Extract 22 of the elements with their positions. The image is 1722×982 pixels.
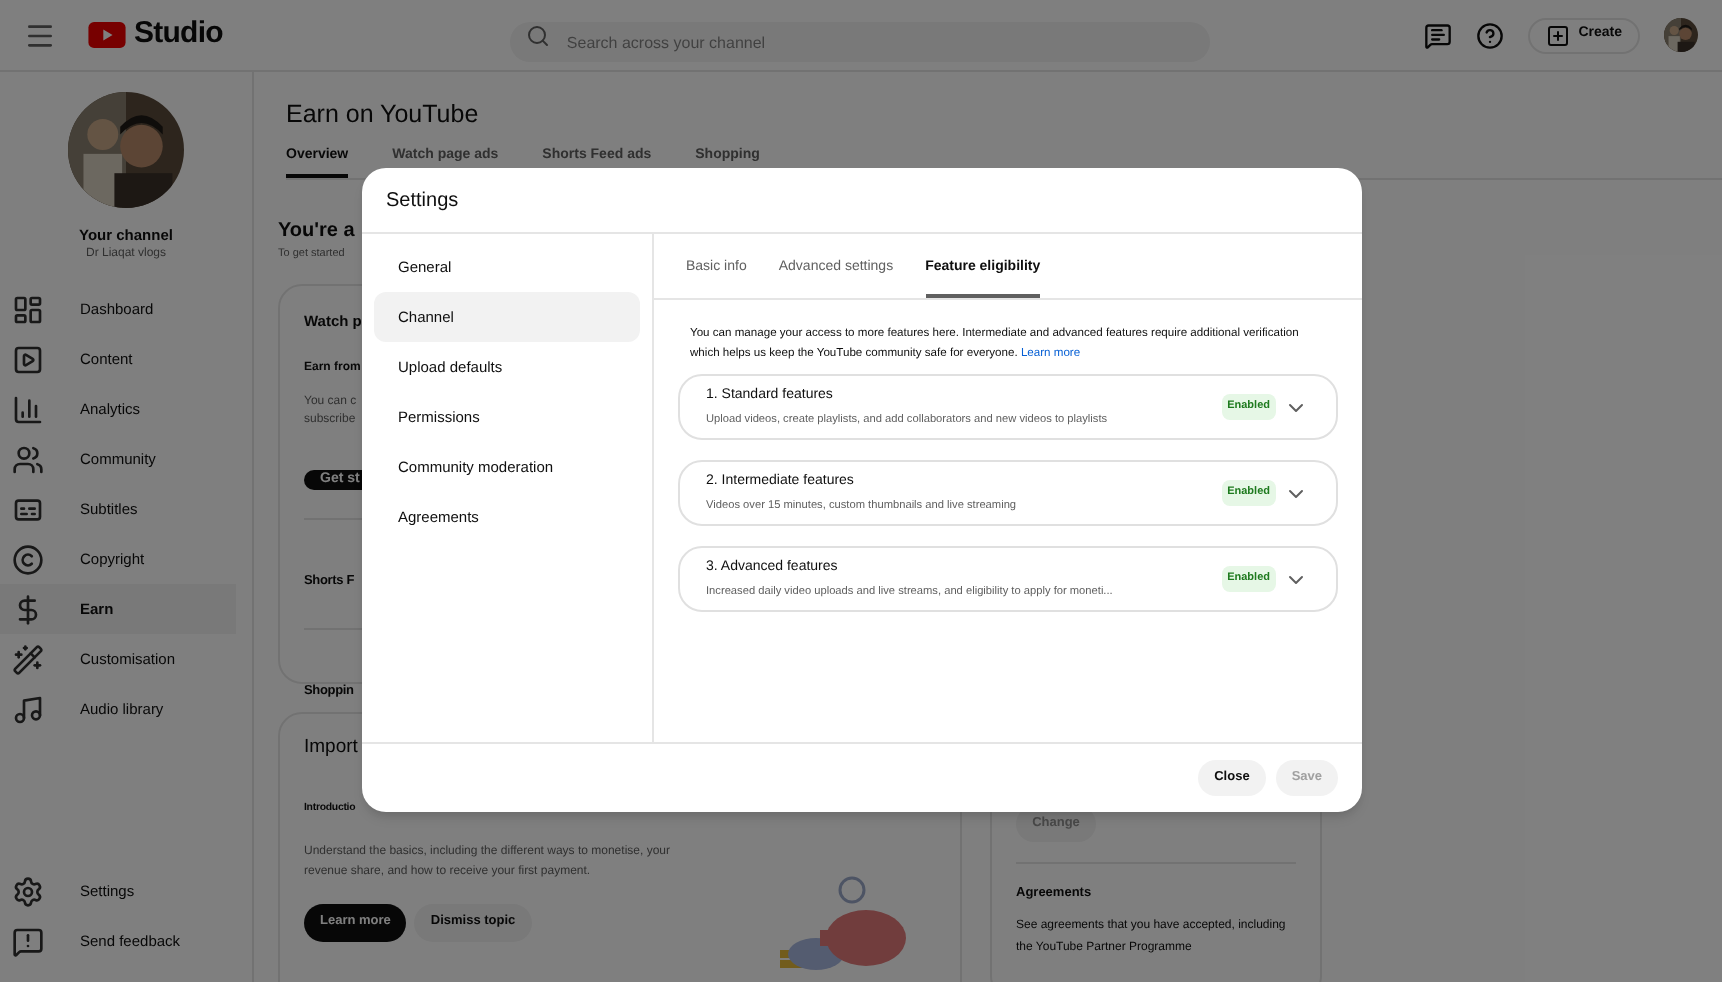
people-icon (12, 443, 44, 476)
subtitles-icon (12, 493, 44, 526)
music-icon (12, 693, 44, 726)
dashboard-icon (12, 293, 44, 326)
banner-title: You're a (278, 218, 355, 247)
add-video-icon (1546, 23, 1571, 47)
play-icon (12, 343, 44, 376)
play-logo-icon (88, 22, 126, 48)
search-field[interactable]: Search across your channel (510, 22, 1211, 62)
card-title: Import (304, 733, 358, 761)
dialog-title: Settings (386, 187, 459, 215)
settings-icon (12, 875, 44, 907)
bar-chart-icon (12, 393, 44, 426)
captions-icon[interactable] (1424, 21, 1453, 49)
menu-icon[interactable] (24, 19, 56, 51)
copyright-icon (12, 543, 44, 576)
logo-text: Studio (134, 14, 223, 55)
search-icon (526, 23, 551, 47)
magic-wand-icon (12, 643, 44, 676)
feedback-icon (12, 925, 44, 957)
help-icon[interactable] (1476, 21, 1505, 49)
page-title: Earn on YouTube (286, 98, 481, 132)
